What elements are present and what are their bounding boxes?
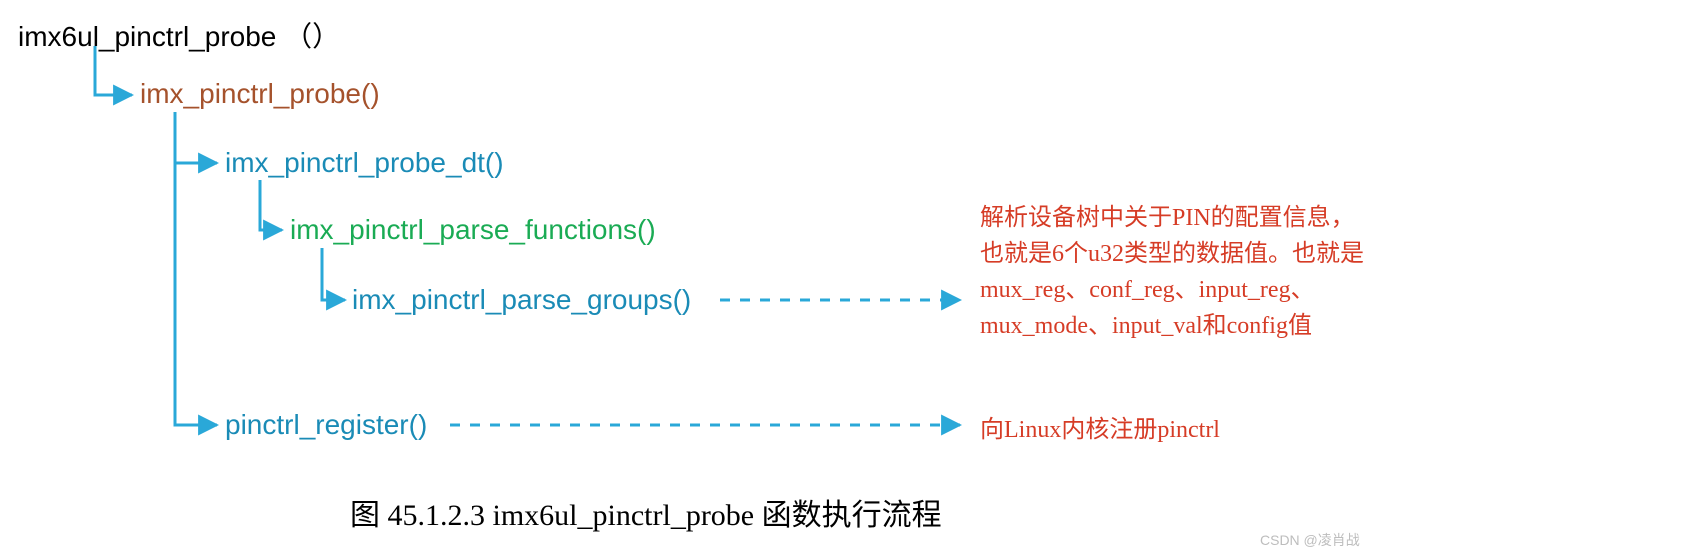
- func-root: imx6ul_pinctrl_probe （）: [18, 15, 340, 55]
- desc-parse-groups: 解析设备树中关于PIN的配置信息，也就是6个u32类型的数据值。也就是mux_r…: [980, 200, 1365, 344]
- func-parse-functions: imx_pinctrl_parse_functions(): [290, 214, 656, 246]
- desc-register: 向Linux内核注册pinctrl: [980, 412, 1220, 448]
- figure-caption: 图 45.1.2.3 imx6ul_pinctrl_probe 函数执行流程: [350, 490, 942, 534]
- func-pinctrl-register: pinctrl_register(): [225, 409, 427, 441]
- func-parse-groups: imx_pinctrl_parse_groups(): [352, 284, 691, 316]
- watermark: CSDN @凌肖战: [1260, 530, 1360, 550]
- func-probe-dt: imx_pinctrl_probe_dt(): [225, 147, 504, 179]
- func-level1: imx_pinctrl_probe(): [140, 78, 380, 110]
